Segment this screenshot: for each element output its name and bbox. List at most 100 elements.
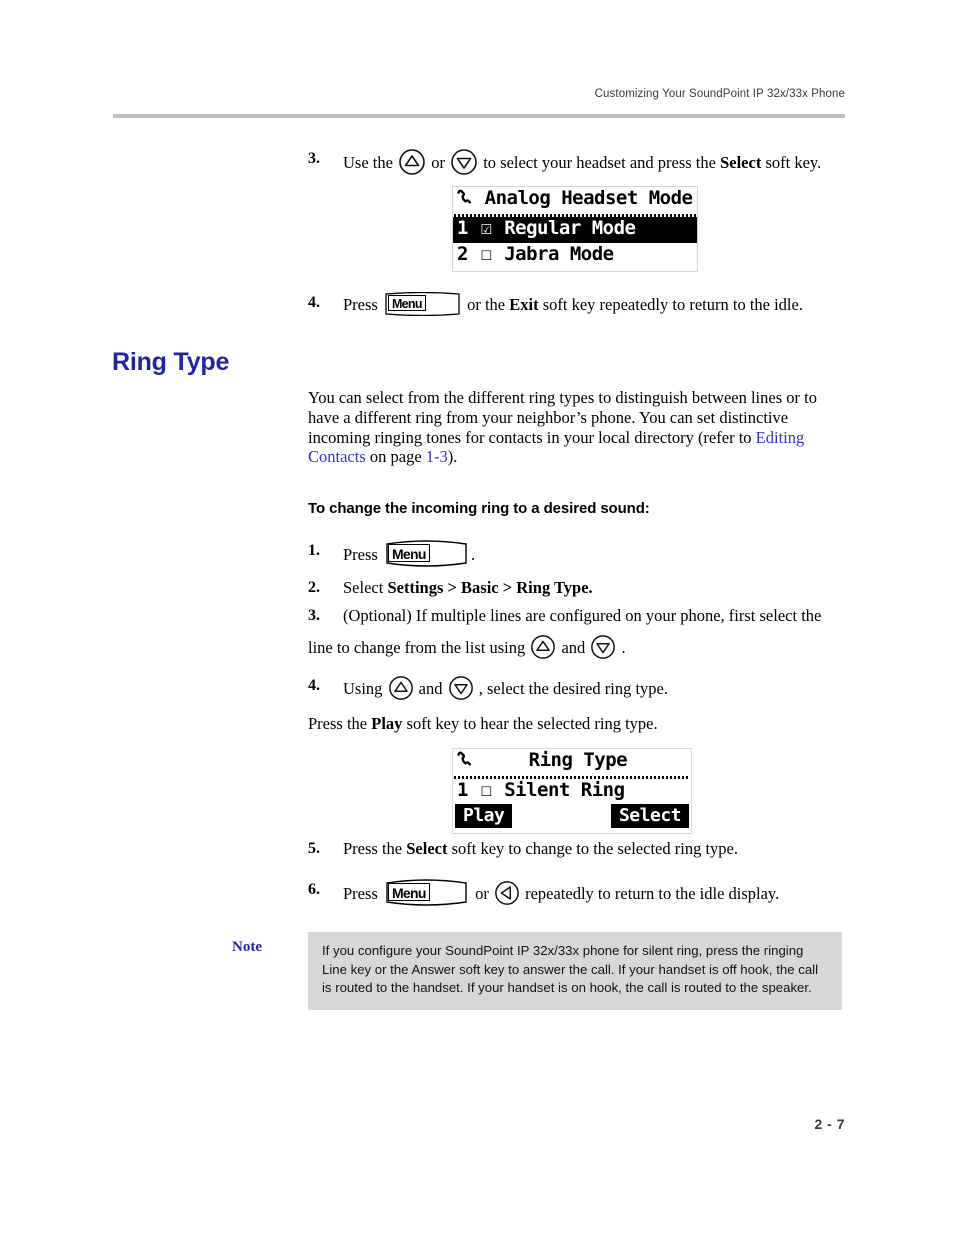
menu-key-label: Menu (387, 295, 426, 311)
step-text-after: to select your headset and press the (483, 153, 716, 172)
link-page-1-3[interactable]: 1-3 (426, 447, 448, 466)
step-line-2: Press the Play soft key to hear the sele… (308, 713, 853, 734)
lcd-title: Ring Type (528, 749, 628, 771)
lcd-screen-ring-type: Ring Type 1 ☐ Silent Ring Play Select (452, 748, 692, 834)
step-text-tail: soft key to change to the selected ring … (451, 839, 738, 858)
note-label: Note (232, 939, 262, 955)
menu-hard-key-icon[interactable]: Menu (384, 879, 469, 906)
handset-icon (455, 749, 477, 777)
page-number: 2 - 7 (814, 1116, 845, 1132)
note-text: If you configure your SoundPoint IP 32x/… (322, 943, 819, 995)
down-arrow-key-icon (590, 634, 616, 660)
lcd-list-item-selected: 1 ☑ Regular Mode (453, 217, 697, 243)
lcd-softkey-row: Play Select (453, 804, 691, 831)
step-line-1: (Optional) If multiple lines are configu… (343, 606, 822, 625)
step-body: Select Settings > Basic > Ring Type. (343, 578, 593, 597)
step-body: Press Menu or repeatedly to return to th… (343, 879, 780, 906)
section-heading-ring-type: Ring Type (112, 348, 230, 376)
procedure-subheading: To change the incoming ring to a desired… (308, 500, 650, 517)
lcd-item-label: Silent Ring (504, 779, 625, 801)
down-arrow-key-icon (450, 148, 478, 176)
step-body: Using and , select the desired ring type… (308, 676, 853, 734)
intro-text-part-1: You can select from the different ring t… (308, 388, 817, 447)
section-intro-paragraph: You can select from the different ring t… (308, 388, 848, 467)
step-text-tail: . (621, 638, 626, 657)
softkey-select[interactable]: Select (610, 804, 689, 828)
step-text-tail: soft key to hear the selected ring type. (406, 714, 658, 733)
step-number: 3. (308, 150, 320, 167)
ring-step-5: 5. Press the Select soft key to change t… (308, 838, 853, 859)
lcd-title-row: Ring Type (453, 749, 691, 776)
lcd-screen-analog-headset-mode: Analog Headset Mode 1 ☑ Regular Mode 2 ☐… (452, 186, 698, 272)
step-menu-path: Settings > Basic > Ring Type. (387, 578, 593, 597)
lcd-item-index: 2 (457, 243, 468, 265)
step-body: (Optional) If multiple lines are configu… (308, 606, 853, 660)
step-emphasis: Select (406, 839, 448, 858)
menu-key-label: Menu (387, 883, 430, 901)
header-divider-rule (113, 114, 845, 118)
step-body: Use the or to select your headset and pr… (343, 149, 822, 175)
up-arrow-key-icon (398, 148, 426, 176)
lcd-item-index: 1 (457, 779, 468, 801)
step-number: 4. (308, 677, 320, 694)
step-body: Press Menu . (343, 540, 476, 567)
step-text: Select (343, 578, 384, 597)
step-text-mid: or (475, 884, 489, 903)
step-emphasis: Play (371, 714, 403, 733)
step-text: Press (343, 295, 378, 314)
step-text-after: or the (467, 295, 506, 314)
lcd-list-item: 1 ☐ Silent Ring (453, 779, 691, 804)
step-number: 6. (308, 881, 320, 898)
left-arrow-key-icon (494, 880, 520, 906)
checkbox-unchecked-icon: ☐ (480, 779, 492, 801)
step-text: Press the (308, 714, 368, 733)
step-4-top: 4. Press Menu or the Exit soft key repea… (308, 291, 853, 317)
step-text: Using (343, 679, 383, 698)
checkbox-unchecked-icon: ☐ (480, 243, 492, 265)
step-number: 4. (308, 294, 320, 311)
up-arrow-key-icon (530, 634, 556, 660)
menu-key-label: Menu (387, 544, 430, 562)
step-number: 1. (308, 542, 320, 559)
step-text-mid: and (561, 638, 586, 657)
step-line-2: line to change from the list using and . (308, 634, 853, 660)
ring-step-2: 2. Select Settings > Basic > Ring Type. (308, 577, 853, 598)
menu-hard-key-icon[interactable]: Menu (384, 540, 469, 567)
ring-step-6: 6. Press Menu or repeatedly to return to… (308, 879, 853, 906)
intro-text-part-2: on page (365, 447, 426, 467)
step-emphasis: Exit (509, 295, 539, 314)
step-text-tail: soft key repeatedly to return to the idl… (542, 295, 803, 314)
step-text-mid: and (418, 679, 443, 698)
step-text-tail: repeatedly to return to the idle display… (525, 884, 780, 903)
lcd-item-index: 1 (457, 217, 468, 239)
ring-step-3: 3. (Optional) If multiple lines are conf… (308, 605, 853, 660)
step-emphasis: Select (720, 153, 762, 172)
step-text-tail: soft key. (765, 153, 822, 172)
handset-icon (455, 187, 475, 215)
down-arrow-key-icon (448, 675, 474, 701)
step-text: Press (343, 545, 378, 564)
softkey-play[interactable]: Play (455, 804, 513, 828)
step-body: Press the Select soft key to change to t… (343, 839, 738, 858)
step-number: 5. (308, 840, 320, 857)
checkbox-checked-icon: ☑ (480, 217, 492, 239)
step-3-top: 3. Use the or to select your headset and… (308, 148, 853, 176)
step-body: Press Menu or the Exit soft key repeated… (343, 291, 803, 317)
step-text: Use the (343, 153, 393, 172)
lcd-item-label: Jabra Mode (504, 243, 614, 265)
step-text-after: , select the desired ring type. (478, 679, 668, 698)
step-text: line to change from the list using (308, 638, 526, 657)
lcd-item-label: Regular Mode (504, 217, 636, 239)
step-text-tail: . (470, 545, 476, 564)
ring-step-1: 1. Press Menu . (308, 540, 853, 567)
up-arrow-key-icon (388, 675, 414, 701)
step-number: 3. (308, 607, 320, 624)
step-number: 2. (308, 579, 320, 596)
lcd-title-row: Analog Headset Mode (453, 187, 697, 214)
note-box: If you configure your SoundPoint IP 32x/… (308, 932, 842, 1010)
step-text: Press (343, 884, 378, 903)
menu-hard-key-icon[interactable]: Menu (384, 291, 461, 317)
step-text-mid: or (431, 153, 445, 172)
page-running-header: Customizing Your SoundPoint IP 32x/33x P… (594, 88, 845, 100)
ring-step-4: 4. Using and , select the desired ring t… (308, 675, 853, 734)
